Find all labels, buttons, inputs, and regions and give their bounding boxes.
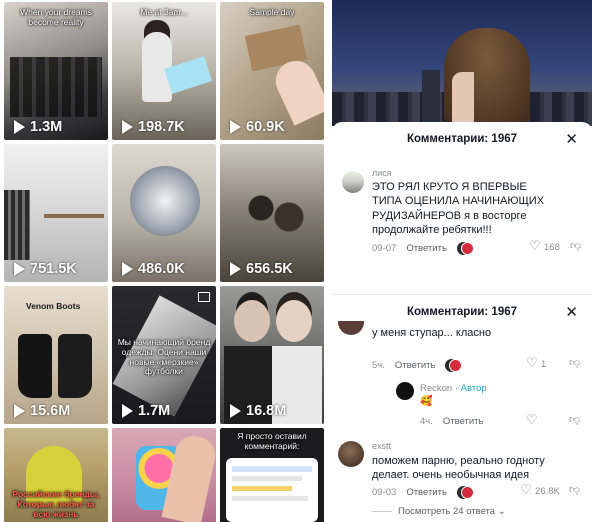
like-count: 1: [541, 359, 547, 370]
play-icon: [230, 262, 241, 276]
creator-liked-avatar: [460, 486, 474, 499]
comments-sheet-top: Комментарии: 1967 ✕ лися ЭТО РЯЛ КРУТО Я…: [332, 122, 592, 270]
heart-icon[interactable]: ♡: [526, 412, 538, 428]
video-caption: When your dreams become reality: [20, 7, 92, 27]
heart-icon[interactable]: ♡: [526, 355, 538, 371]
chevron-down-icon: ⌄: [497, 506, 506, 517]
play-icon: [122, 120, 133, 134]
play-icon: [14, 262, 25, 276]
like-count: 168: [544, 242, 560, 253]
creator-liked-avatar: [449, 359, 463, 372]
comment-username[interactable]: лися: [372, 168, 392, 178]
video-caption: Я просто оставил комментарий:: [237, 431, 307, 451]
comment-date: 5ч.: [372, 360, 385, 371]
avatar[interactable]: [338, 441, 364, 467]
comment-meta: 5ч. Ответить: [372, 359, 463, 372]
avatar[interactable]: [338, 321, 364, 335]
creator-liked-avatar: [460, 242, 474, 255]
view-count: 198.7K: [122, 119, 185, 135]
video-caption: Me at 3am...: [140, 7, 188, 17]
video-tile[interactable]: Venom Boots 15.6M: [4, 286, 108, 424]
video-tile[interactable]: [112, 428, 216, 522]
heart-icon[interactable]: ♡: [520, 482, 532, 498]
comments-sheet-bottom: Комментарии: 1967 ✕ у меня ступар... кла…: [332, 294, 592, 522]
video-tile[interactable]: 656.5K: [220, 144, 324, 282]
video-tile[interactable]: 751.5K: [4, 144, 108, 282]
video-tile[interactable]: Я просто оставил комментарий:: [220, 428, 324, 522]
view-count: 16.8M: [230, 403, 286, 419]
view-count: 1.7M: [122, 403, 170, 419]
video-caption: Venom Boots: [26, 301, 81, 311]
reply-button[interactable]: Ответить: [406, 487, 447, 498]
divider: [372, 511, 392, 512]
photo-mode-icon: [198, 292, 210, 302]
view-count: 656.5K: [230, 261, 293, 277]
comment-date: 4ч.: [420, 416, 433, 427]
video-tile[interactable]: Me at 3am... 198.7K: [112, 2, 216, 140]
video-tile[interactable]: 16.8M: [220, 286, 324, 424]
comments-title: Комментарии: 1967: [406, 306, 518, 318]
view-count: 15.6M: [14, 403, 70, 419]
heart-icon[interactable]: ♡: [529, 238, 541, 254]
view-count: 1.3M: [14, 119, 62, 135]
face: [452, 72, 474, 126]
comment-date: 09-07: [372, 243, 397, 254]
comments-title: Комментарии: 1967: [406, 133, 518, 145]
play-icon: [230, 120, 241, 134]
dislike-icon[interactable]: 👎︎: [570, 239, 581, 252]
comment-meta: 4ч. Ответить: [420, 416, 483, 427]
play-icon: [122, 404, 133, 418]
view-count: 751.5K: [14, 261, 77, 277]
avatar[interactable]: [342, 171, 364, 193]
dislike-icon[interactable]: 👎︎: [569, 356, 580, 369]
view-count: 486.0K: [122, 261, 185, 277]
author-tag: · Автор: [454, 383, 487, 394]
reply-button[interactable]: Ответить: [395, 360, 436, 371]
comment-text: поможем парню, реально годноту делает. о…: [372, 455, 545, 482]
video-caption: Sample day: [249, 7, 295, 17]
comment-meta: 09-07 Ответить: [372, 242, 474, 255]
dislike-icon[interactable]: 👎︎: [569, 413, 580, 426]
tower: [422, 70, 440, 126]
close-icon[interactable]: ✕: [565, 130, 578, 148]
reply-button[interactable]: Ответить: [443, 416, 484, 427]
comment-username[interactable]: exstt: [372, 441, 391, 451]
close-icon[interactable]: ✕: [565, 303, 578, 321]
video-tile[interactable]: When your dreams become reality 1.3M: [4, 2, 108, 140]
video-tile[interactable]: Мы начинающий бренд одежды. Оцени наши н…: [112, 286, 216, 424]
video-caption: Мы начинающий бренд одежды. Оцени наши н…: [117, 337, 211, 377]
video-preview[interactable]: [332, 0, 592, 126]
author-avatar[interactable]: [396, 382, 414, 400]
like-count: 26.8K: [535, 486, 560, 497]
comment-date: 09-03: [372, 487, 397, 498]
play-icon: [14, 404, 25, 418]
video-tile[interactable]: 486.0K: [112, 144, 216, 282]
video-tile[interactable]: Российские бренды, Которые любят за всю …: [4, 428, 108, 522]
comment-text: у меня ступар... класно: [372, 327, 492, 339]
comment-username[interactable]: Reckon · Автор: [420, 383, 487, 394]
video-grid: When your dreams become reality 1.3M Me …: [4, 2, 324, 522]
comment-meta: 09-03 Ответить: [372, 486, 474, 499]
video-caption: Российские бренды, Которые любят за всю …: [12, 489, 100, 519]
play-icon: [230, 404, 241, 418]
comment-text: 🥰: [420, 396, 433, 407]
video-tile[interactable]: Sample day 60.9K: [220, 2, 324, 140]
comment-text: ЭТО РЯЛ КРУТО Я ВПЕРВЫЕ ТИПА ОЦЕНИЛА НАЧ…: [372, 181, 545, 236]
play-icon: [14, 120, 25, 134]
view-count: 60.9K: [230, 119, 285, 135]
dislike-icon[interactable]: 👎︎: [569, 483, 580, 496]
view-replies-button[interactable]: Посмотреть 24 ответа ⌄: [398, 506, 506, 517]
play-icon: [122, 262, 133, 276]
reply-button[interactable]: Ответить: [406, 243, 447, 254]
